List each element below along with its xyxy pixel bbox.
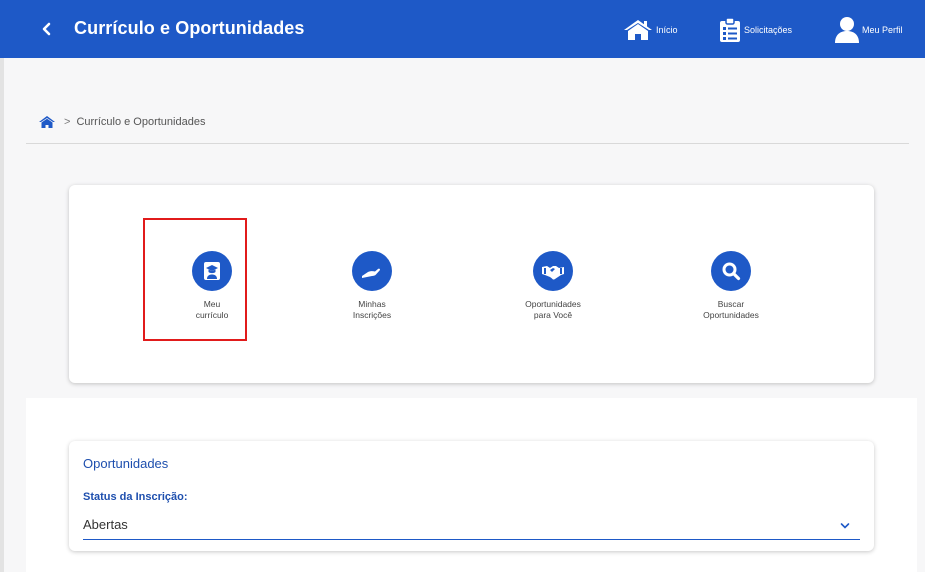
opportunities-title: Oportunidades [83,456,169,471]
nav-inicio[interactable]: Início [622,16,678,44]
breadcrumb-separator: > [64,116,71,128]
nav-meu-perfil-label: Meu Perfil [862,25,903,35]
status-label: Status da Inscrição: [83,491,188,503]
shortcut-label: Oportunidades para Você [525,299,581,320]
shortcut-circle [533,251,573,291]
home-icon [624,20,652,40]
shortcut-label: Buscar Oportunidades [703,299,759,320]
breadcrumb-current: Currículo e Oportunidades [76,116,206,128]
breadcrumb-divider [26,143,909,144]
handshake-icon [542,266,564,280]
chevron-down-icon [840,523,850,529]
shortcut-label: Minhas Inscrições [352,299,392,320]
shortcut-circle [352,251,392,291]
shortcut-circle [192,251,232,291]
graduate-icon [204,262,220,280]
nav-inicio-label: Início [656,25,678,35]
breadcrumb-home-icon[interactable] [38,115,56,129]
shortcut-label: Meu currículo [195,299,229,320]
shortcut-oportunidades-para-voce[interactable]: Oportunidades para Você [498,251,608,321]
user-icon [835,17,859,43]
back-chevron-icon[interactable] [40,20,54,38]
nav-solicitacoes[interactable]: Solicitações [718,16,792,44]
nav-solicitacoes-label: Solicitações [744,25,793,35]
hand-icon [362,268,380,278]
status-select[interactable]: Abertas [83,513,860,540]
left-edge [0,0,4,572]
search-icon [722,262,741,281]
shortcut-minhas-inscricoes[interactable]: Minhas Inscrições [317,251,427,321]
status-select-value: Abertas [83,517,128,532]
shortcut-circle [711,251,751,291]
shortcuts-card: Meu currículo Minhas Inscrições Oportuni… [69,185,874,383]
page-title: Currículo e Oportunidades [74,18,305,38]
clipboard-icon [720,17,740,42]
shortcut-meu-curriculo[interactable]: Meu currículo [157,251,267,321]
nav-meu-perfil[interactable]: Meu Perfil [834,16,903,44]
top-bar: Currículo e Oportunidades Início Solicit… [0,0,925,58]
opportunities-card: Oportunidades Status da Inscrição: Abert… [69,441,874,551]
shortcut-buscar-oportunidades[interactable]: Buscar Oportunidades [676,251,786,321]
breadcrumb: > Currículo e Oportunidades [38,114,205,130]
